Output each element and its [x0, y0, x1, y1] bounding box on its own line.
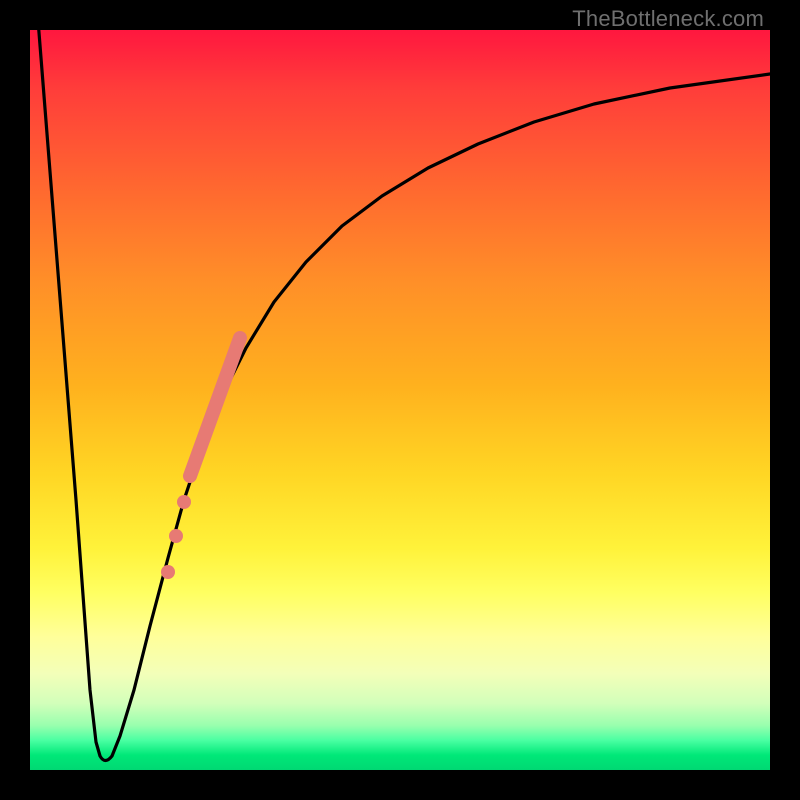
bottleneck-curve-svg	[30, 30, 770, 770]
chart-frame: TheBottleneck.com	[0, 0, 800, 800]
marker-dot	[177, 495, 191, 509]
watermark-text: TheBottleneck.com	[572, 6, 764, 32]
plot-area	[30, 30, 770, 770]
marker-dot	[169, 529, 183, 543]
highlight-bar	[190, 338, 240, 476]
bottleneck-curve	[38, 30, 770, 761]
marker-dot	[161, 565, 175, 579]
